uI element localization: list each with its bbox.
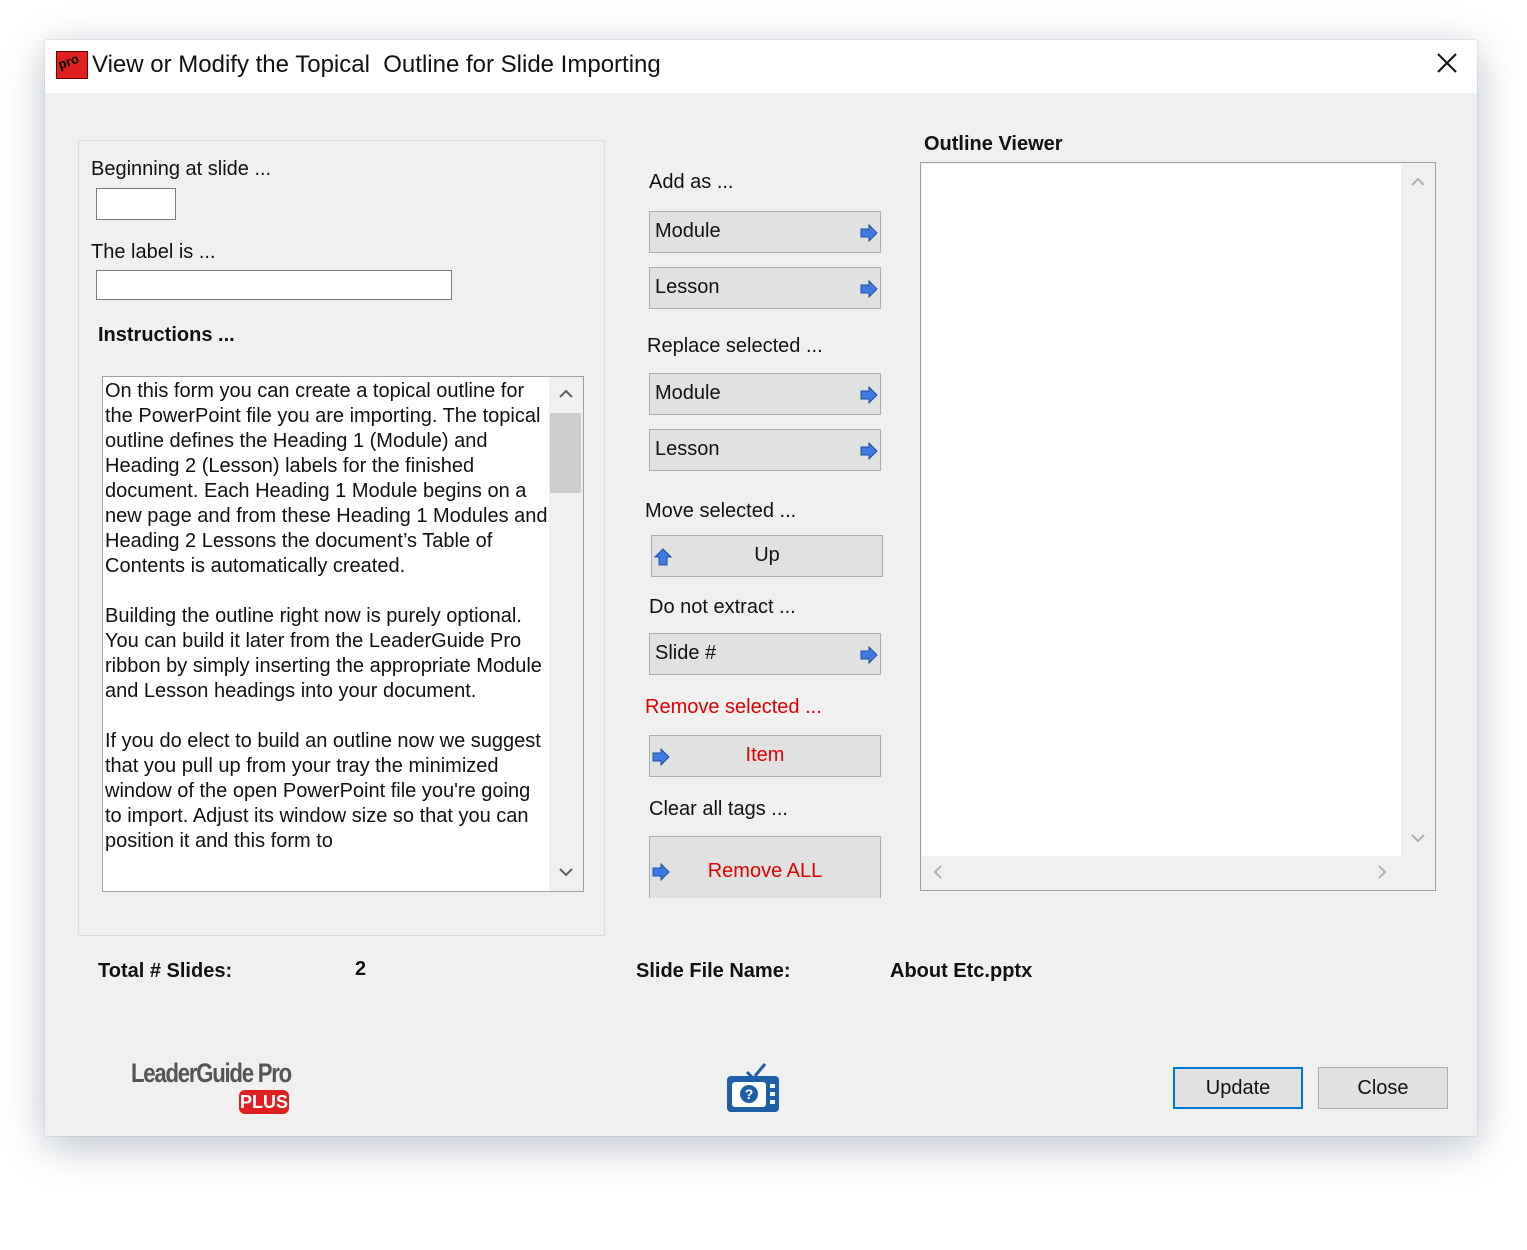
title-bar: pro View or Modify the Topical Outline f… [45,40,1477,93]
scroll-thumb[interactable] [550,413,581,493]
scroll-down-icon[interactable] [1411,833,1425,843]
right-arrow-icon [860,386,878,404]
right-arrow-icon [860,442,878,460]
instructions-heading: Instructions ... [98,324,235,346]
dialog-window: pro View or Modify the Topical Outline f… [45,40,1477,1136]
scroll-up-icon[interactable] [1411,177,1425,187]
add-module-button[interactable]: Module [649,211,881,253]
move-selected-label: Move selected ... [645,500,797,522]
right-arrow-icon [860,280,878,298]
add-lesson-button[interactable]: Lesson [649,267,881,309]
total-slides-value: 2 [355,958,367,980]
scroll-left-icon[interactable] [933,865,943,879]
logo-text: LeaderGuide Pro [131,1058,292,1088]
outline-viewer-title: Outline Viewer [924,133,1063,155]
close-icon[interactable] [1434,50,1460,76]
scroll-up-icon[interactable] [559,389,573,399]
scroll-right-icon[interactable] [1377,865,1387,879]
instructions-paragraph: Building the outline right now is purely… [105,605,542,702]
remove-item-button[interactable]: Item [649,735,881,777]
window-title: View or Modify the Topical Outline for S… [92,51,661,78]
slide-file-name-value: About Etc.pptx [890,960,1033,982]
move-up-button[interactable]: Up [651,535,883,577]
logo-badge: PLUS [239,1090,289,1114]
do-not-extract-label: Do not extract ... [649,596,796,618]
total-slides-label: Total # Slides: [98,960,233,982]
replace-lesson-button[interactable]: Lesson [649,429,881,471]
beginning-label: Beginning at slide ... [91,158,272,180]
svg-text:?: ? [745,1086,754,1102]
help-video-icon[interactable]: ? [725,1060,781,1116]
replace-selected-label: Replace selected ... [647,335,823,357]
update-button[interactable]: Update [1173,1067,1303,1109]
remove-selected-label: Remove selected ... [645,696,822,718]
right-arrow-icon [860,224,878,242]
slide-file-name-label: Slide File Name: [636,960,791,982]
remove-all-button[interactable]: Remove ALL [649,836,881,898]
add-as-label: Add as ... [649,171,734,193]
outline-viewer[interactable] [920,162,1436,891]
clear-all-tags-label: Clear all tags ... [649,798,788,820]
right-arrow-icon [860,646,878,664]
instructions-text: On this form you can create a topical ou… [105,379,549,879]
label-input[interactable] [96,270,452,300]
instructions-paragraph: On this form you can create a topical ou… [105,380,548,577]
slide-number-button[interactable]: Slide # [649,633,881,675]
instructions-paragraph: If you do elect to build an outline now … [105,730,541,852]
replace-module-button[interactable]: Module [649,373,881,415]
leaderguide-pro-logo: LeaderGuide Pro PLUS [131,1058,301,1118]
label-label: The label is ... [91,241,216,263]
outline-tree[interactable] [922,164,1401,856]
instructions-textbox[interactable]: On this form you can create a topical ou… [102,376,584,892]
beginning-slide-input[interactable] [96,188,176,220]
close-button[interactable]: Close [1318,1067,1448,1109]
app-logo-icon: pro [56,51,88,79]
scroll-down-icon[interactable] [559,867,573,877]
instructions-scrollbar[interactable] [549,377,583,891]
